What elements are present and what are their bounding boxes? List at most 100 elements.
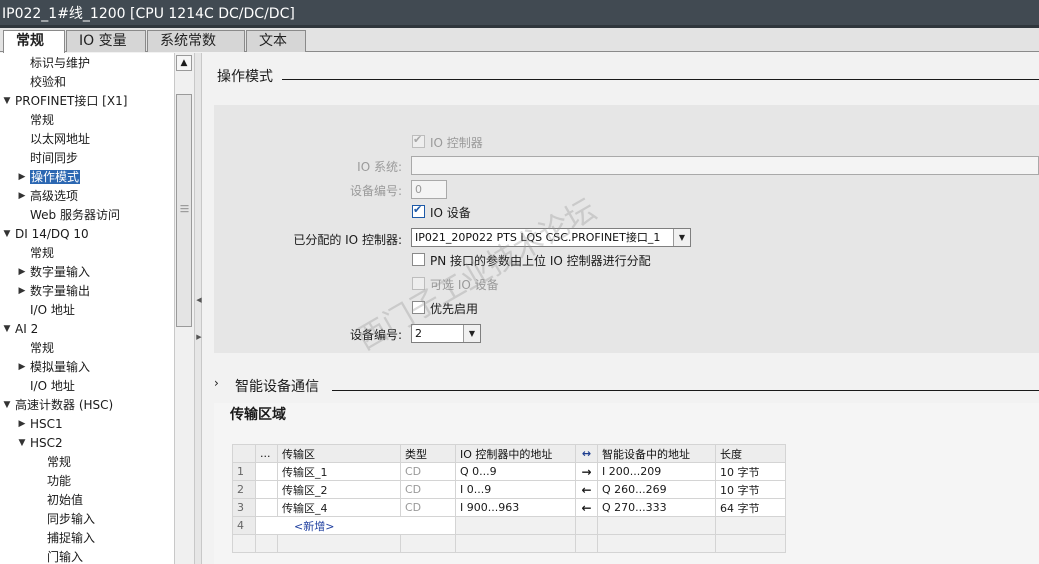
pn-param-checkbox[interactable] xyxy=(412,253,425,266)
transfer-area-type[interactable]: CD xyxy=(400,462,456,481)
nav-item[interactable]: ▼ 高速计数器 (HSC) xyxy=(4,396,114,415)
nav-scrollbar[interactable]: ▲ — — — xyxy=(174,53,194,564)
arrow-left-icon[interactable]: ← xyxy=(575,480,598,499)
arrow-left-icon[interactable]: ← xyxy=(575,498,598,517)
nav-item[interactable]: ▶ HSC1 xyxy=(19,415,63,434)
column-header[interactable]: 传输区 xyxy=(277,444,401,463)
nav-item[interactable]: 常规 xyxy=(47,453,71,472)
nav-item[interactable]: ▼ PROFINET接口 [X1] xyxy=(4,92,128,111)
arrow-right-icon[interactable]: → xyxy=(575,462,598,481)
empty-cell xyxy=(575,534,598,553)
assigned-controller-select[interactable]: IP021_20P022 PTS LQS CSC.PROFINET接口_1 ▼ xyxy=(411,228,691,247)
expanded-arrow-icon[interactable]: ▼ xyxy=(2,92,12,111)
transfer-area-type[interactable]: CD xyxy=(400,480,456,499)
device-address[interactable]: Q 270...333 xyxy=(597,498,716,517)
row-menu-cell[interactable] xyxy=(255,480,278,499)
column-header[interactable]: 长度 xyxy=(715,444,786,463)
chevron-down-icon[interactable]: ▼ xyxy=(463,325,480,342)
controller-address[interactable]: Q 0...9 xyxy=(455,462,576,481)
collapsed-arrow-icon[interactable]: ▶ xyxy=(17,263,27,282)
nav-item-label: 捕捉输入 xyxy=(47,531,96,545)
collapsed-arrow-icon[interactable]: ▶ xyxy=(17,415,27,434)
device-address[interactable]: I 200...209 xyxy=(597,462,716,481)
nav-item[interactable]: 常规 xyxy=(30,339,54,358)
tab-system-constants[interactable]: 系统常数 xyxy=(147,30,245,52)
controller-address[interactable]: I 900...963 xyxy=(455,498,576,517)
transfer-area-type[interactable]: CD xyxy=(400,498,456,517)
transfer-area-name[interactable]: 传输区_2 xyxy=(277,480,401,499)
grip-icon: — — — xyxy=(180,201,189,217)
nav-item[interactable]: ▶ 操作模式 xyxy=(19,168,81,187)
row-menu-cell[interactable] xyxy=(255,462,278,481)
io-device-checkbox[interactable] xyxy=(412,203,425,218)
collapsed-arrow-icon[interactable]: ▶ xyxy=(17,168,27,187)
tab-general[interactable]: 常规 xyxy=(3,30,65,53)
nav-item[interactable]: 初始值 xyxy=(47,491,83,510)
nav-item[interactable]: ▶ 数字量输出 xyxy=(19,282,90,301)
controller-address[interactable]: I 0...9 xyxy=(455,480,576,499)
nav-item[interactable]: 门输入 xyxy=(47,548,83,564)
transfer-length[interactable]: 10 字节 xyxy=(715,462,786,481)
nav-item-label: HSC1 xyxy=(30,417,63,431)
nav-item[interactable]: I/O 地址 xyxy=(30,377,75,396)
tab-io-tags[interactable]: IO 变量 xyxy=(66,30,146,52)
nav-item[interactable]: Web 服务器访问 xyxy=(30,206,120,225)
expanded-arrow-icon[interactable]: ▼ xyxy=(2,225,12,244)
nav-item[interactable]: 时间同步 xyxy=(30,149,78,168)
column-header[interactable]: 类型 xyxy=(400,444,456,463)
nav-item[interactable]: 校验和 xyxy=(30,73,66,92)
nav-item[interactable]: 常规 xyxy=(30,244,54,263)
table-row[interactable]: 2 传输区_2 CD I 0...9 ← Q 260...269 10 字节 xyxy=(232,480,786,499)
expanded-arrow-icon[interactable]: ▼ xyxy=(2,396,12,415)
nav-item[interactable]: ▼ AI 2 xyxy=(4,320,39,339)
transfer-length[interactable]: 10 字节 xyxy=(715,480,786,499)
transfer-area-name[interactable]: 传输区_4 xyxy=(277,498,401,517)
nav-item[interactable]: ▼ HSC2 xyxy=(19,434,63,453)
nav-item[interactable]: 以太网地址 xyxy=(30,130,90,149)
expanded-arrow-icon[interactable]: ▼ xyxy=(2,320,12,339)
nav-item[interactable]: ▼ DI 14/DQ 10 xyxy=(4,225,89,244)
scroll-thumb[interactable]: — — — xyxy=(176,94,192,327)
section-divider xyxy=(332,390,1039,391)
section-title-smart-device[interactable]: 智能设备通信 xyxy=(235,376,319,396)
table-row[interactable]: 1 传输区_1 CD Q 0...9 → I 200...209 10 字节 xyxy=(232,462,786,481)
nav-item[interactable]: 同步输入 xyxy=(47,510,95,529)
table-row[interactable]: 3 传输区_4 CD I 900...963 ← Q 270...333 64 字节 xyxy=(232,498,786,517)
empty-cell xyxy=(255,534,278,553)
row-number: 3 xyxy=(232,498,256,517)
tab-texts[interactable]: 文本 xyxy=(246,30,306,52)
priority-startup-checkbox[interactable] xyxy=(412,301,425,314)
chevron-down-icon[interactable]: ▼ xyxy=(673,229,690,246)
collapsed-arrow-icon[interactable]: ▶ xyxy=(17,358,27,377)
nav-item[interactable]: 标识与维护 xyxy=(30,54,90,73)
expanded-arrow-icon[interactable]: ▼ xyxy=(17,434,27,453)
collapsed-arrow-icon[interactable]: ▶ xyxy=(17,282,27,301)
scroll-up-button[interactable]: ▲ xyxy=(176,55,192,71)
add-new-transfer-area[interactable]: <新增> xyxy=(255,516,456,535)
table-row-add[interactable]: 4 <新增> xyxy=(232,516,786,535)
nav-item[interactable]: ▶ 数字量输入 xyxy=(19,263,90,282)
expand-arrow-icon[interactable]: › xyxy=(214,376,219,390)
row-menu-cell[interactable] xyxy=(255,498,278,517)
optional-device-checkbox[interactable] xyxy=(412,277,425,290)
device-number-select[interactable]: 2 ▼ xyxy=(411,324,481,343)
io-controller-checkbox[interactable] xyxy=(412,133,425,148)
transfer-length[interactable]: 64 字节 xyxy=(715,498,786,517)
transfer-area-name[interactable]: 传输区_1 xyxy=(277,462,401,481)
tab-bar: 常规 IO 变量 系统常数 文本 xyxy=(0,28,1039,53)
column-header[interactable]: IO 控制器中的地址 xyxy=(455,444,576,463)
nav-item[interactable]: I/O 地址 xyxy=(30,301,75,320)
direction-header-icon[interactable]: ↔ xyxy=(575,444,598,463)
nav-item[interactable]: 捕捉输入 xyxy=(47,529,95,548)
nav-item-label: 高速计数器 (HSC) xyxy=(15,398,114,412)
column-header[interactable]: 智能设备中的地址 xyxy=(597,444,716,463)
nav-item[interactable]: 功能 xyxy=(47,472,71,491)
nav-item[interactable]: ▶ 模拟量输入 xyxy=(19,358,90,377)
pane-splitter[interactable]: ◀ ▶ xyxy=(194,53,202,564)
nav-item[interactable]: ▶ 高级选项 xyxy=(19,187,78,206)
nav-tree: 标识与维护 校验和 ▼ PROFINET接口 [X1] 常规 以太网地址 时间同步 ▶ 操作模式… xyxy=(0,53,174,564)
column-header[interactable]: ... xyxy=(255,444,278,463)
nav-item[interactable]: 常规 xyxy=(30,111,54,130)
device-address[interactable]: Q 260...269 xyxy=(597,480,716,499)
collapsed-arrow-icon[interactable]: ▶ xyxy=(17,187,27,206)
